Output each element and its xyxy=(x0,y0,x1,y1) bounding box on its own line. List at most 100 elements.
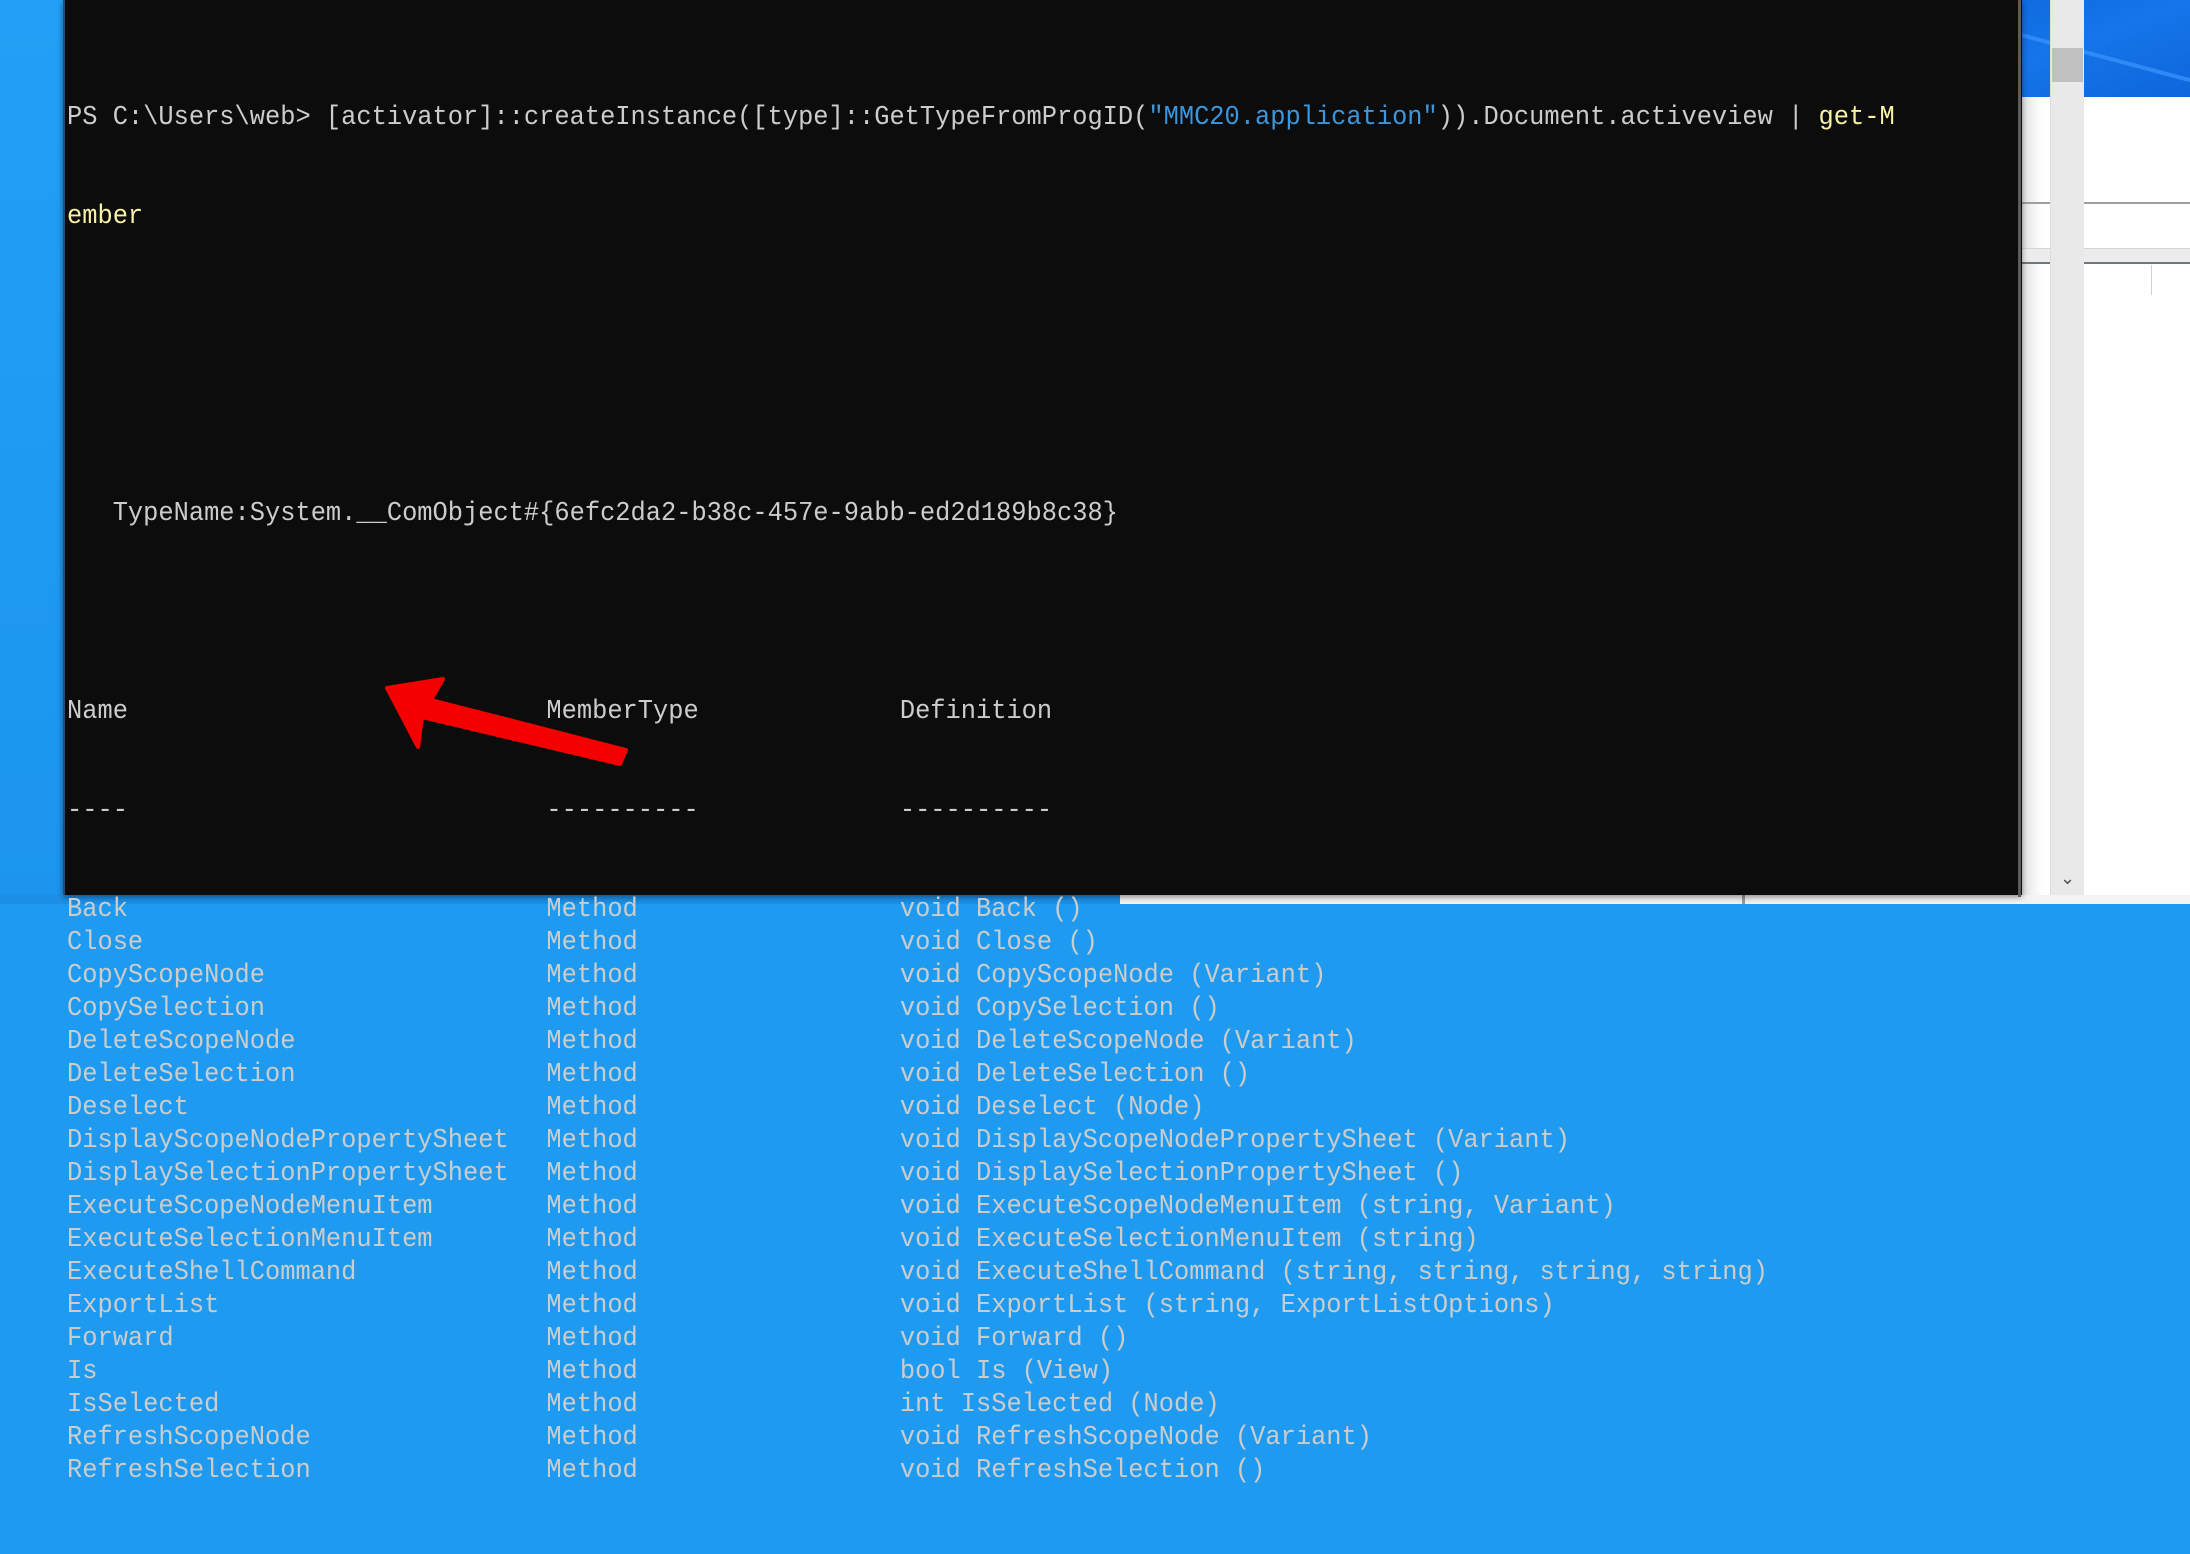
member-type: Method xyxy=(546,1456,638,1486)
member-definition: int IsSelected (Node) xyxy=(899,1390,1220,1420)
member-definition: void ExecuteShellCommand (string, string… xyxy=(899,1258,1768,1288)
table-header: Name MemberType Definition xyxy=(67,696,1870,729)
column-rule-name: ---- xyxy=(67,796,128,826)
member-definition: void CopySelection () xyxy=(899,994,1220,1024)
table-row: DisplayScopeNodePropertySheet Method void … xyxy=(67,1125,1870,1158)
table-row: RefreshSelection Method void RefreshSelect… xyxy=(67,1455,1870,1488)
member-type: Method xyxy=(546,1258,638,1288)
member-definition: void DeleteSelection () xyxy=(899,1060,1251,1090)
table-row: Back Method void Back () xyxy=(67,894,1870,927)
member-type: Method xyxy=(546,1225,638,1255)
column-rule-membertype: ---------- xyxy=(546,796,699,826)
member-name: Deselect xyxy=(67,1093,189,1123)
member-name: Back xyxy=(67,895,128,925)
column-header-definition: Definition xyxy=(899,697,1053,727)
table-row: Deselect Method void Deselect (Node) xyxy=(67,1092,1870,1125)
chevron-down-icon[interactable]: ⌄ xyxy=(2051,867,2084,891)
table-row: DisplaySelectionPropertySheet Method void … xyxy=(67,1158,1870,1191)
member-definition: void ExportList (string, ExportListOptio… xyxy=(899,1291,1555,1321)
command-line: PS C:\Users\web> [activator]::createInst… xyxy=(67,102,1895,135)
member-name: DeleteSelection xyxy=(67,1060,296,1090)
member-name: DisplayScopeNodePropertySheet xyxy=(67,1126,509,1156)
table-row: Forward Method void Forward () xyxy=(67,1323,1870,1356)
command-part: )).Document.activeview | xyxy=(1437,103,1819,133)
member-table-body: Back Method void Back () Close Method void Cl… xyxy=(67,894,1870,1488)
scrollbar-thumb[interactable] xyxy=(2052,48,2083,82)
terminal-window-border xyxy=(2018,0,2021,897)
window-shadow xyxy=(2020,97,2042,895)
table-row: ExportList Method void ExportList (string,… xyxy=(67,1290,1870,1323)
table-row: IsSelected Method int IsSelected (Node) xyxy=(67,1389,1870,1422)
member-name: DeleteScopeNode xyxy=(67,1027,296,1057)
member-type: Method xyxy=(546,961,638,991)
command-cmdlet: get-M xyxy=(1818,103,1895,133)
member-definition: void DisplaySelectionPropertySheet () xyxy=(899,1159,1464,1189)
table-header-rule: ---- ---------- ---------- xyxy=(67,795,1870,828)
member-definition: bool Is (View) xyxy=(899,1357,1114,1387)
table-row: DeleteSelection Method void DeleteSelectio… xyxy=(67,1059,1870,1092)
member-name: CopyScopeNode xyxy=(67,961,266,991)
table-row: Is Method bool Is (View) xyxy=(67,1356,1870,1389)
member-name: ExecuteShellCommand xyxy=(67,1258,357,1288)
member-type: Method xyxy=(546,1093,638,1123)
member-name: Is xyxy=(67,1357,98,1387)
background-window-titlebar[interactable] xyxy=(2020,0,2190,97)
member-definition: void DeleteScopeNode (Variant) xyxy=(899,1027,1357,1057)
prompt: PS C:\Users\web> xyxy=(67,103,326,133)
table-row: ExecuteShellCommand Method void ExecuteShe… xyxy=(67,1257,1870,1290)
background-window-column-divider xyxy=(2151,265,2152,295)
member-definition: void RefreshScopeNode (Variant) xyxy=(899,1423,1372,1453)
member-type: Method xyxy=(546,928,638,958)
member-name: ExecuteScopeNodeMenuItem xyxy=(67,1192,433,1222)
powershell-terminal[interactable]: PS C:\Users\web> [activator]::createInst… xyxy=(63,0,2084,1486)
member-name: IsSelected xyxy=(67,1390,220,1420)
background-window[interactable] xyxy=(2020,0,2190,895)
vertical-scrollbar[interactable]: ⌄ xyxy=(2050,0,2084,895)
member-definition: void Close () xyxy=(899,928,1098,958)
member-name: CopySelection xyxy=(67,994,266,1024)
table-row: CopySelection Method void CopySelection () xyxy=(67,993,1870,1026)
table-row: CopyScopeNode Method void CopyScopeNode (V… xyxy=(67,960,1870,993)
background-window-divider xyxy=(2020,262,2190,264)
column-header-name: Name xyxy=(67,697,128,727)
member-definition: void Deselect (Node) xyxy=(899,1093,1205,1123)
column-header-membertype: MemberType xyxy=(546,697,699,727)
member-definition: void ExecuteScopeNodeMenuItem (string, V… xyxy=(899,1192,1616,1222)
member-name: RefreshSelection xyxy=(67,1456,311,1486)
command-line-wrap: ember xyxy=(67,202,144,232)
member-name: ExecuteSelectionMenuItem xyxy=(67,1225,433,1255)
member-type: Method xyxy=(546,994,638,1024)
member-type: Method xyxy=(546,1291,638,1321)
member-name: Close xyxy=(67,928,144,958)
member-name: Forward xyxy=(67,1324,174,1354)
member-definition: void ExecuteSelectionMenuItem (string) xyxy=(899,1225,1479,1255)
member-definition: void CopyScopeNode (Variant) xyxy=(899,961,1327,991)
background-window-header-strip xyxy=(2020,248,2190,263)
command-part: [activator]::createInstance([type]::GetT… xyxy=(325,103,1149,133)
member-definition: void Forward () xyxy=(899,1324,1129,1354)
table-row: Close Method void Close () xyxy=(67,927,1870,960)
member-type: Method xyxy=(546,1192,638,1222)
terminal-output: PS C:\Users\web> [activator]::createInst… xyxy=(67,36,1895,1554)
table-row: ExecuteScopeNodeMenuItem Method void Execu… xyxy=(67,1191,1870,1224)
table-row: RefreshScopeNode Method void RefreshScopeN… xyxy=(67,1422,1870,1455)
member-name: DisplaySelectionPropertySheet xyxy=(67,1159,509,1189)
member-type: Method xyxy=(546,1060,638,1090)
table-row: DeleteScopeNode Method void DeleteScopeNod… xyxy=(67,1026,1870,1059)
member-type: Method xyxy=(546,1324,638,1354)
member-type: Method xyxy=(546,895,638,925)
member-type: Method xyxy=(546,1357,638,1387)
member-name: RefreshScopeNode xyxy=(67,1423,311,1453)
member-type: Method xyxy=(546,1126,638,1156)
member-type: Method xyxy=(546,1423,638,1453)
member-type: Method xyxy=(546,1027,638,1057)
desktop-background xyxy=(0,0,63,904)
member-type: Method xyxy=(546,1159,638,1189)
member-type: Method xyxy=(546,1390,638,1420)
member-definition: void DisplayScopeNodePropertySheet (Vari… xyxy=(899,1126,1570,1156)
member-definition: void Back () xyxy=(899,895,1083,925)
command-string-literal: "MMC20.application" xyxy=(1148,103,1438,133)
member-name: ExportList xyxy=(67,1291,220,1321)
typename-line: TypeName:System.__ComObject#{6efc2da2-b3… xyxy=(67,499,1118,529)
